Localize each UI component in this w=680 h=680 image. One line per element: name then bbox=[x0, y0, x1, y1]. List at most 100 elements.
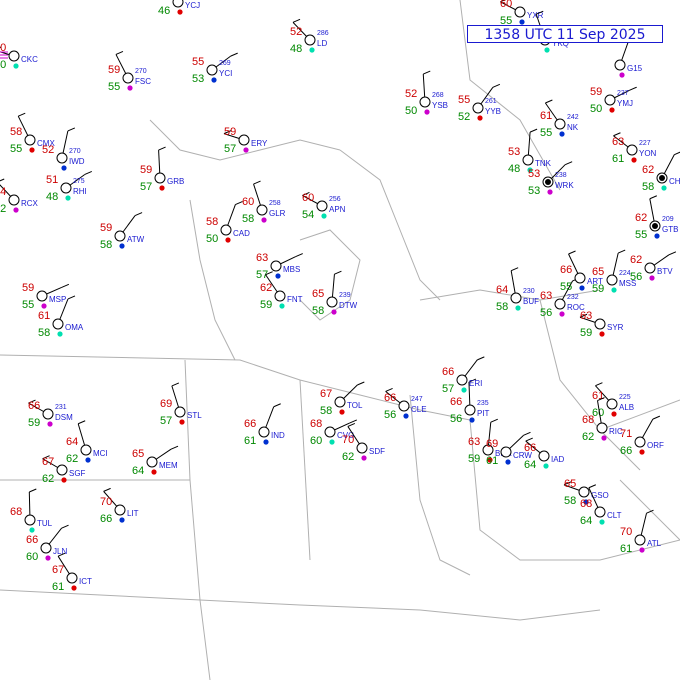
weather-marker bbox=[41, 303, 47, 309]
pressure-value: 231 bbox=[55, 404, 67, 411]
weather-marker bbox=[515, 305, 521, 311]
station-id: BUF bbox=[523, 297, 539, 306]
pressure-value: 209 bbox=[662, 216, 674, 223]
dewpoint-value: 57 bbox=[224, 143, 236, 155]
weather-marker bbox=[631, 157, 637, 163]
dewpoint-value: 55 bbox=[22, 299, 34, 311]
temperature-value: 59 bbox=[224, 126, 236, 138]
dewpoint-value: 48 bbox=[290, 43, 302, 55]
station-circle bbox=[464, 404, 476, 416]
station-id: MSP bbox=[49, 295, 66, 304]
temperature-value: 59 bbox=[108, 64, 120, 76]
weather-marker bbox=[279, 303, 285, 309]
temperature-value: 66 bbox=[384, 392, 396, 404]
temperature-value: 52 bbox=[290, 26, 302, 38]
station-plot: 61 55 242 NK bbox=[540, 99, 579, 139]
weather-marker bbox=[243, 147, 249, 153]
station-id: GRB bbox=[167, 177, 184, 186]
wind-barb-flag bbox=[230, 52, 238, 57]
station-plot: 63 61 227 YON bbox=[612, 132, 657, 165]
weather-marker bbox=[543, 463, 549, 469]
wind-barb-flag bbox=[525, 437, 533, 442]
dewpoint-value: 48 bbox=[508, 163, 520, 175]
wind-barb-flag bbox=[423, 70, 431, 75]
dewpoint-value: 55 bbox=[635, 229, 647, 241]
temperature-value: 55 bbox=[192, 56, 204, 68]
temperature-value: 53 bbox=[528, 168, 540, 180]
weather-marker bbox=[85, 457, 91, 463]
dewpoint-value: 60 bbox=[310, 435, 322, 447]
station-plot: 67 58 TOL bbox=[320, 381, 365, 417]
dewpoint-value: 64 bbox=[132, 465, 144, 477]
dewpoint-value: 59 bbox=[260, 299, 272, 311]
station-plot: 65 64 MEM bbox=[132, 445, 179, 477]
station-circle bbox=[398, 400, 410, 412]
dewpoint-value: 50 bbox=[0, 59, 6, 71]
temperature-value: 54 bbox=[0, 186, 6, 198]
state-border-line bbox=[299, 379, 311, 561]
pressure-value: 268 bbox=[432, 92, 444, 99]
station-circle bbox=[538, 450, 550, 462]
map-canvas: 50 50 CKC 59 55 270 FSC 46 YCJ 55 53 269 YCI 52 48 286 L… bbox=[0, 0, 680, 680]
dewpoint-value: 56 bbox=[540, 307, 552, 319]
station-id: ALB bbox=[619, 403, 634, 412]
pressure-value: 237 bbox=[617, 90, 629, 97]
dewpoint-value: 57 bbox=[160, 415, 172, 427]
station-plot: 52 270 IWD bbox=[42, 127, 85, 171]
station-plot: 59 58 ATW bbox=[100, 212, 145, 251]
station-id: GLR bbox=[269, 209, 286, 218]
surface-station-map: 50 50 CKC 59 55 270 FSC 46 YCJ 55 53 269 YCI 52 48 286 L… bbox=[0, 0, 680, 680]
station-circle bbox=[274, 290, 286, 302]
dewpoint-value: 53 bbox=[192, 73, 204, 85]
station-id: G15 bbox=[627, 64, 643, 73]
station-plot: 68 TUL bbox=[10, 488, 53, 533]
weather-marker bbox=[127, 85, 133, 91]
temperature-value: 62 bbox=[642, 164, 654, 176]
dewpoint-value: 62 bbox=[342, 451, 354, 463]
station-circle bbox=[594, 506, 606, 518]
station-circle bbox=[594, 318, 606, 330]
weather-marker bbox=[321, 213, 327, 219]
station-plot: 71 66 ORF bbox=[620, 415, 664, 457]
weather-marker bbox=[65, 195, 71, 201]
wind-barb-flag bbox=[588, 484, 597, 489]
station-id: TOL bbox=[347, 401, 363, 410]
wind-barb-flag bbox=[652, 415, 661, 420]
wind-barb-flag bbox=[170, 445, 179, 450]
weather-marker bbox=[601, 435, 607, 441]
station-circle bbox=[80, 444, 92, 456]
dewpoint-value: 50 bbox=[590, 103, 602, 115]
weather-marker bbox=[151, 469, 157, 475]
wind-barb-flag bbox=[385, 387, 393, 392]
station-plot: 63 57 MBS bbox=[256, 252, 303, 281]
station-plot: 67 61 ICT bbox=[52, 552, 92, 593]
wind-barb-flag bbox=[510, 267, 519, 272]
station-plot: 6160225ALB bbox=[592, 382, 634, 419]
pressure-value: 242 bbox=[567, 114, 579, 121]
dewpoint-value: 61 bbox=[620, 543, 632, 555]
station-plot: 69 57 STL bbox=[160, 382, 202, 427]
station-id: CAD bbox=[233, 229, 250, 238]
station-circle bbox=[316, 200, 328, 212]
temperature-value: 58 bbox=[206, 216, 218, 228]
station-id: RHI bbox=[73, 187, 87, 196]
pressure-value: 232 bbox=[567, 294, 579, 301]
weather-marker bbox=[119, 243, 125, 249]
weather-marker bbox=[29, 527, 35, 533]
station-plot: 55 52 261 YYB bbox=[458, 83, 501, 123]
dewpoint-value: 54 bbox=[302, 209, 314, 221]
dewpoint-value: 50 bbox=[405, 105, 417, 117]
station-circle bbox=[578, 486, 590, 498]
temperature-value: 70 bbox=[620, 526, 632, 538]
temperature-value: 61 bbox=[540, 110, 552, 122]
station-id: YSB bbox=[432, 101, 448, 110]
wind-barb-flag bbox=[492, 83, 501, 88]
weather-marker bbox=[177, 9, 183, 15]
wind-barb-flag bbox=[649, 195, 658, 200]
weather-marker bbox=[13, 207, 19, 213]
weather-marker bbox=[329, 439, 335, 445]
station-id: ATL bbox=[647, 539, 662, 548]
temperature-value: 68 bbox=[580, 498, 592, 510]
station-id: JLN bbox=[53, 547, 67, 556]
temperature-value: 60 bbox=[302, 192, 314, 204]
